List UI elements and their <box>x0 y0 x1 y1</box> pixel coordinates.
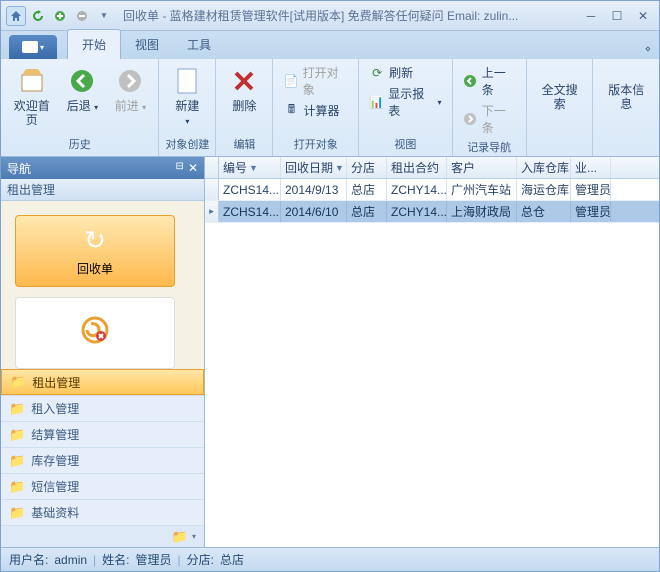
cat-rent-out[interactable]: 📁租出管理 <box>1 369 204 395</box>
col-warehouse[interactable]: 入库仓库 <box>517 157 571 178</box>
report-button[interactable]: 📊显示报表 ▾ <box>365 84 445 120</box>
calculator-button[interactable]: 🖩计算器 <box>279 101 352 120</box>
nav-tiles: ↻ 回收单 <box>1 201 204 369</box>
group-search: 全文搜索 <box>527 59 594 156</box>
data-grid: 编号▼ 回收日期▼ 分店 租出合约 客户 入库仓库 业... ZCHS14...… <box>205 157 659 547</box>
row-indicator: ▸ <box>205 201 219 222</box>
refresh-icon: ⟳ <box>369 65 385 81</box>
col-date[interactable]: 回收日期▼ <box>281 157 347 178</box>
status-user-label: 用户名: <box>9 551 48 568</box>
open-icon: 📄 <box>283 73 298 89</box>
version-button[interactable]: 版本信息 <box>599 63 653 114</box>
col-contract[interactable]: 租出合约 <box>387 157 447 178</box>
row-indicator <box>205 179 219 200</box>
folder-icon: 📁 <box>9 505 25 521</box>
folder-icon: 📁 <box>9 401 25 417</box>
open-object-button: 📄打开对象 <box>279 63 352 99</box>
grid-header-row: 编号▼ 回收日期▼ 分店 租出合约 客户 入库仓库 业... <box>205 157 659 179</box>
group-open: 📄打开对象 🖩计算器 打开对象 <box>273 59 359 156</box>
row-indicator-header <box>205 157 219 178</box>
delete-icon <box>228 65 260 97</box>
cat-sms[interactable]: 📁短信管理 <box>1 473 204 499</box>
remove-icon[interactable] <box>72 6 92 26</box>
new-button[interactable]: 新建▾ <box>165 63 209 130</box>
nav-title: 导航 <box>7 160 31 177</box>
col-operator[interactable]: 业... <box>571 157 611 178</box>
col-store[interactable]: 分店 <box>347 157 387 178</box>
new-icon <box>171 65 203 97</box>
forward-icon <box>114 65 146 97</box>
fulltext-search-button[interactable]: 全文搜索 <box>533 63 587 114</box>
group-edit: 删除 编辑 <box>216 59 273 156</box>
prev-record-button[interactable]: 上一条 <box>459 63 520 99</box>
folder-icon[interactable]: 📁 <box>172 529 188 545</box>
group-version: 版本信息 <box>593 59 659 156</box>
status-store-value: 总店 <box>220 551 244 568</box>
group-create: 新建▾ 对象创建 <box>159 59 216 156</box>
app-menu-button[interactable]: ▾ <box>9 35 57 59</box>
next-icon <box>463 111 478 127</box>
folder-icon: 📁 <box>9 453 25 469</box>
cat-rent-in[interactable]: 📁租入管理 <box>1 395 204 421</box>
col-customer[interactable]: 客户 <box>447 157 517 178</box>
table-row[interactable]: ZCHS14... 2014/9/13 总店 ZCHY14... 广州汽车站 海… <box>205 179 659 201</box>
recycle-x-icon <box>81 316 109 351</box>
minimize-button[interactable]: ─ <box>579 7 603 25</box>
calc-icon: 🖩 <box>283 103 299 119</box>
group-view: ⟳刷新 📊显示报表 ▾ 视图 <box>359 59 452 156</box>
welcome-button[interactable]: 欢迎首页 <box>7 63 56 130</box>
maximize-button[interactable]: ☐ <box>605 7 629 25</box>
tab-tools[interactable]: 工具 <box>173 30 225 59</box>
tile-second[interactable] <box>15 297 175 369</box>
nav-categories: 📁租出管理 📁租入管理 📁结算管理 📁库存管理 📁短信管理 📁基础资料 <box>1 369 204 525</box>
nav-close-icon[interactable]: ✕ <box>188 161 198 175</box>
group-record-nav: 上一条 下一条 记录导航 <box>453 59 527 156</box>
report-icon: 📊 <box>369 94 384 110</box>
recycle-icon: ↻ <box>84 225 106 256</box>
home-page-icon <box>16 65 48 97</box>
back-icon <box>66 65 98 97</box>
tile-recycle[interactable]: ↻ 回收单 <box>15 215 175 287</box>
col-number[interactable]: 编号▼ <box>219 157 281 178</box>
folder-icon: 📁 <box>9 479 25 495</box>
add-icon[interactable] <box>50 6 70 26</box>
ribbon-collapse-icon[interactable]: ⋄ <box>637 40 659 59</box>
nav-pin-icon[interactable]: ⊟ <box>176 161 184 175</box>
forward-button: 前进 ▾ <box>108 63 152 115</box>
back-button[interactable]: 后退 ▾ <box>60 63 104 115</box>
dropdown-icon[interactable]: ▼ <box>94 6 114 26</box>
window-title: 回收单 - 蓝格建材租赁管理软件[试用版本] 免费解答任何疑问 Email: z… <box>123 7 579 24</box>
status-user-value: admin <box>54 553 87 567</box>
nav-panel: 导航 ⊟ ✕ 租出管理 ↻ 回收单 📁租出管理 📁租入管理 📁结算管理 📁库存管理… <box>1 157 205 547</box>
nav-footer-strip: 📁▾ <box>1 525 204 547</box>
next-record-button: 下一条 <box>459 101 520 137</box>
titlebar: ▼ 回收单 - 蓝格建材租赁管理软件[试用版本] 免费解答任何疑问 Email:… <box>1 1 659 31</box>
tab-start[interactable]: 开始 <box>67 29 121 59</box>
nav-header: 导航 ⊟ ✕ <box>1 157 204 179</box>
table-row[interactable]: ▸ ZCHS14... 2014/6/10 总店 ZCHY14... 上海财政局… <box>205 201 659 223</box>
group-history: 欢迎首页 后退 ▾ 前进 ▾ 历史 <box>1 59 159 156</box>
cat-settlement[interactable]: 📁结算管理 <box>1 421 204 447</box>
home-icon[interactable] <box>6 6 26 26</box>
cat-inventory[interactable]: 📁库存管理 <box>1 447 204 473</box>
status-name-label: 姓名: <box>102 551 129 568</box>
chevron-icon[interactable]: ▾ <box>192 532 196 541</box>
ribbon: 欢迎首页 后退 ▾ 前进 ▾ 历史 新建▾ 对象创建 删除 编辑 📄打开对象 🖩… <box>1 59 659 157</box>
prev-icon <box>463 73 478 89</box>
refresh-button[interactable]: ⟳刷新 <box>365 63 445 82</box>
folder-icon: 📁 <box>10 374 26 390</box>
close-button[interactable]: ✕ <box>631 7 655 25</box>
refresh-icon[interactable] <box>28 6 48 26</box>
nav-subheader: 租出管理 <box>1 179 204 201</box>
status-name-value: 管理员 <box>136 551 172 568</box>
folder-icon: 📁 <box>9 427 25 443</box>
cat-basedata[interactable]: 📁基础资料 <box>1 499 204 525</box>
status-bar: 用户名: admin | 姓名: 管理员 | 分店: 总店 <box>1 547 659 571</box>
ribbon-tabs: ▾ 开始 视图 工具 ⋄ <box>1 31 659 59</box>
delete-button[interactable]: 删除 <box>222 63 266 115</box>
status-store-label: 分店: <box>187 551 214 568</box>
tab-view[interactable]: 视图 <box>121 30 173 59</box>
